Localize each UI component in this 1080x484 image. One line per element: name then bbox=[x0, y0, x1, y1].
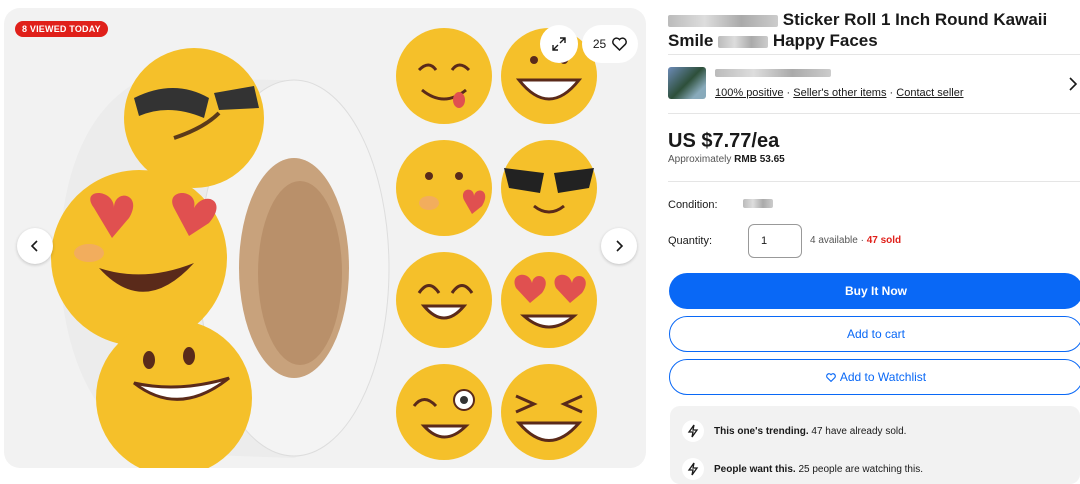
condition-value[interactable] bbox=[743, 199, 773, 208]
seller-feedback-link[interactable]: 100% positive bbox=[715, 87, 784, 99]
viewed-today-badge: 8 VIEWED TODAY bbox=[15, 21, 108, 37]
divider bbox=[668, 54, 1080, 55]
approx-price: Approximately RMB 53.65 bbox=[668, 154, 785, 165]
buy-it-now-button[interactable]: Buy It Now bbox=[669, 273, 1080, 309]
available-count: 4 available · bbox=[810, 235, 867, 246]
heart-icon bbox=[612, 37, 628, 51]
title-part-1: Sticker Roll 1 Inch Round Kawaii bbox=[782, 10, 1048, 29]
chevron-right-icon[interactable] bbox=[1068, 77, 1078, 91]
contact-seller-link[interactable]: Contact seller bbox=[896, 87, 963, 99]
quantity-input[interactable]: 1 bbox=[748, 224, 802, 258]
seller-name[interactable] bbox=[715, 69, 831, 77]
sticker-roll bbox=[51, 48, 390, 468]
listing-title: Sticker Roll 1 Inch Round Kawaii Smile H… bbox=[668, 9, 1068, 51]
expand-button[interactable] bbox=[540, 25, 578, 63]
redacted-text bbox=[668, 14, 778, 27]
sticker-grid bbox=[396, 28, 597, 460]
promo-watching: People want this. 25 people are watching… bbox=[682, 458, 923, 480]
lightning-icon bbox=[682, 420, 704, 442]
promo-text: 25 people are watching this. bbox=[795, 463, 923, 475]
add-to-watchlist-button[interactable]: Add to Watchlist bbox=[669, 359, 1080, 395]
expand-icon bbox=[552, 37, 566, 51]
promo-panel: This one's trending. 47 have already sol… bbox=[670, 406, 1080, 484]
title-part-2: Smile bbox=[668, 31, 714, 50]
price: US $7.77/ea bbox=[668, 130, 780, 152]
seller-card[interactable]: 100% positive · Seller's other items · C… bbox=[668, 65, 1080, 105]
previous-image-button[interactable] bbox=[17, 228, 53, 264]
product-image bbox=[51, 28, 597, 468]
chevron-left-icon bbox=[30, 240, 38, 252]
chevron-right-icon bbox=[616, 240, 624, 252]
approx-value: RMB 53.65 bbox=[734, 154, 785, 165]
seller-links: 100% positive · Seller's other items · C… bbox=[715, 87, 964, 99]
redacted-text bbox=[718, 35, 769, 48]
condition-label: Condition: bbox=[668, 199, 718, 211]
next-image-button[interactable] bbox=[601, 228, 637, 264]
heart-icon bbox=[826, 372, 836, 382]
divider bbox=[668, 181, 1080, 182]
watchlist-label: Add to Watchlist bbox=[839, 370, 927, 384]
lightning-icon bbox=[682, 458, 704, 480]
add-to-cart-button[interactable]: Add to cart bbox=[669, 316, 1080, 352]
seller-other-items-link[interactable]: Seller's other items bbox=[793, 87, 886, 99]
sold-count: 47 sold bbox=[866, 235, 902, 246]
watch-button[interactable]: 25 bbox=[582, 25, 638, 63]
seller-avatar[interactable] bbox=[668, 67, 706, 99]
promo-bold: People want this. bbox=[714, 463, 796, 475]
promo-trending: This one's trending. 47 have already sol… bbox=[682, 420, 906, 442]
divider bbox=[668, 113, 1080, 114]
promo-bold: This one's trending. bbox=[714, 425, 809, 437]
image-gallery[interactable]: 8 VIEWED TODAY 25 bbox=[4, 8, 646, 468]
watch-count: 25 bbox=[592, 37, 607, 51]
availability: 4 available · 47 sold bbox=[810, 235, 901, 246]
separator: · bbox=[783, 87, 794, 99]
title-part-3: Happy Faces bbox=[772, 31, 878, 50]
approx-label: Approximately bbox=[668, 154, 735, 165]
separator: · bbox=[886, 87, 897, 99]
quantity-label: Quantity: bbox=[668, 235, 713, 247]
promo-text: 47 have already sold. bbox=[808, 425, 907, 437]
